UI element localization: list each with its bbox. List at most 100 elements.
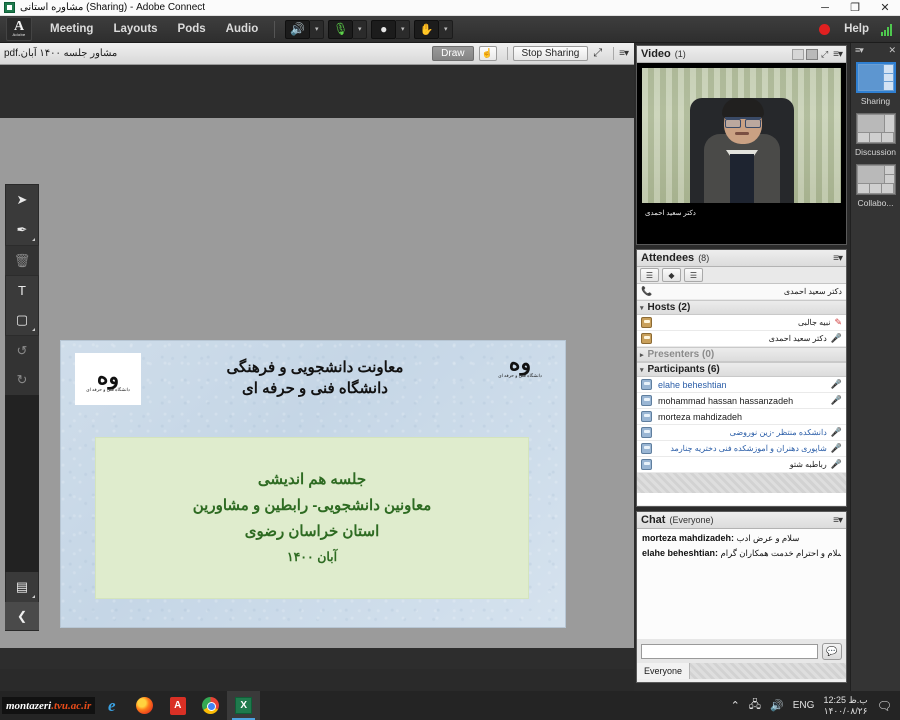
video-expand-icon[interactable]: ⤢ — [821, 49, 828, 60]
attendee-row[interactable]: elahe beheshtian 🎤 — [637, 377, 846, 393]
attendees-empty-area — [637, 473, 846, 493]
group-presenters[interactable]: ▸ Presenters (0) — [637, 347, 846, 362]
group-hosts[interactable]: ▾ Hosts (2) — [637, 300, 846, 315]
draw-button[interactable]: Draw — [432, 46, 474, 61]
language-indicator[interactable]: ENG — [793, 700, 815, 711]
network-icon[interactable]: 🖧 — [749, 696, 761, 715]
group-participants[interactable]: ▾ Participants (6) — [637, 362, 846, 377]
attendee-row[interactable]: morteza mahdizadeh — [637, 409, 846, 425]
notifications-icon[interactable]: 🗨 — [877, 699, 892, 713]
layout-bar-close-icon[interactable]: ✕ — [888, 45, 896, 56]
clock[interactable]: 12:25 ب.ظ ۱۴۰۰/۰۸/۲۶ — [823, 695, 867, 717]
chat-pod-menu-icon[interactable]: ≡▾ — [833, 515, 843, 526]
volume-icon[interactable]: 🔊 — [770, 699, 784, 712]
camera-caret-icon[interactable]: ▾ — [396, 19, 411, 39]
speaker-icon[interactable]: 🔊 — [285, 19, 311, 39]
attendee-self-row[interactable]: 📞 دکتر سعید احمدی — [637, 284, 846, 300]
attendee-row[interactable]: دانشکده منتظر -زین نوروضی 🎤 — [637, 425, 846, 441]
chat-pod-header: Chat (Everyone) ≡▾ — [637, 512, 846, 529]
help-link[interactable]: Help — [844, 23, 869, 35]
attendee-mic-icon[interactable]: 🎤 — [831, 333, 842, 344]
layers-options-icon[interactable] — [32, 595, 35, 598]
presenters-triangle-icon[interactable]: ▸ — [640, 351, 644, 359]
menu-meeting[interactable]: Meeting — [40, 19, 103, 39]
raise-hand-icon[interactable]: ✋ — [414, 19, 440, 39]
camera-icon[interactable]: ● — [371, 19, 397, 39]
attendees-list[interactable]: 📞 دکتر سعید احمدی ▾ Hosts (2) نبیه جالبی… — [637, 284, 846, 505]
attendee-mic-icon[interactable]: 🎤 — [831, 459, 842, 470]
pointer-icon[interactable]: ☝ — [478, 46, 497, 61]
attendee-row[interactable]: دکتر سعید احمدی 🎤 — [637, 331, 846, 347]
chat-tab-everyone[interactable]: Everyone — [637, 663, 691, 679]
layout-bar-menu-icon[interactable]: ≡▾ — [855, 45, 864, 56]
text-tool-icon[interactable]: T — [5, 275, 39, 305]
collapse-toolbar-icon[interactable]: ❮ — [5, 602, 39, 630]
breakout-icon[interactable]: ◆ — [662, 268, 681, 282]
video-grid-view-icon[interactable] — [791, 48, 818, 60]
taskbar-internet-explorer[interactable]: e — [95, 691, 128, 720]
attendee-mic-icon[interactable]: 🎤 — [831, 427, 842, 438]
microphone-icon[interactable]: 🎙 — [328, 19, 354, 39]
microphone-control[interactable]: 🎙 ▾ — [328, 19, 368, 39]
attendee-status-icon[interactable]: ☰ — [684, 268, 703, 282]
microphone-caret-icon[interactable]: ▾ — [353, 19, 368, 39]
taskbar-excel[interactable]: X — [227, 691, 261, 720]
list-view-icon[interactable]: ☰ — [640, 268, 659, 282]
attendee-row[interactable]: mohammad hassan hassanzadeh 🎤 — [637, 393, 846, 409]
raise-hand-caret-icon[interactable]: ▾ — [439, 19, 454, 39]
attendee-mic-icon[interactable]: 🎤 — [831, 443, 842, 454]
marker-options-icon[interactable] — [32, 238, 35, 241]
participant-user-icon — [641, 411, 652, 422]
camera-control[interactable]: ● ▾ — [371, 19, 411, 39]
attendee-draw-icon[interactable]: ✎ — [834, 317, 842, 328]
tray-chevron-icon[interactable]: ⌃ — [731, 699, 740, 712]
menu-divider — [274, 20, 276, 38]
menu-audio[interactable]: Audio — [216, 19, 269, 39]
shape-options-icon[interactable] — [32, 328, 35, 331]
stop-sharing-button[interactable]: Stop Sharing — [512, 46, 589, 61]
speaker-control[interactable]: 🔊 ▾ — [285, 19, 325, 39]
attendee-row[interactable]: رباطبه شتو 🎤 — [637, 457, 846, 473]
restore-button[interactable]: ❐ — [840, 0, 870, 16]
raise-hand-control[interactable]: ✋ ▾ — [414, 19, 454, 39]
taskbar-chrome[interactable] — [194, 691, 227, 720]
taskbar-adobe-reader[interactable]: A — [161, 691, 194, 720]
share-pod-body: وه دانشگاه فنی و حرفه ای معاونت دانشجویی… — [0, 65, 634, 713]
layout-discussion[interactable]: Discussion — [851, 108, 900, 159]
pointer-tool-icon[interactable]: ➤ — [5, 185, 39, 215]
participant-user-icon — [641, 395, 652, 406]
undo-tool-icon[interactable]: ↺ — [5, 335, 39, 365]
document-canvas[interactable]: وه دانشگاه فنی و حرفه ای معاونت دانشجویی… — [0, 118, 634, 648]
attendee-row[interactable]: نبیه جالبی ✎ — [637, 315, 846, 331]
attendee-mic-icon[interactable]: 🎤 — [831, 395, 842, 406]
layout-sharing-thumbnail — [855, 62, 896, 93]
layout-collaboration-thumbnail — [855, 164, 896, 195]
participants-triangle-icon[interactable]: ▾ — [640, 366, 644, 374]
fullscreen-icon[interactable]: ⤢ — [593, 47, 602, 60]
attendee-name: نبیه جالبی — [797, 318, 831, 327]
redo-tool-icon[interactable]: ↻ — [5, 365, 39, 395]
hosts-triangle-icon[interactable]: ▾ — [640, 304, 644, 312]
share-pod-menu-icon[interactable]: ≡▾ — [619, 48, 629, 59]
layout-collaboration[interactable]: Collabo... — [851, 159, 900, 210]
chat-send-icon[interactable]: 💬 — [822, 642, 842, 660]
delete-tool-icon[interactable]: 🗑 — [5, 245, 39, 275]
menu-layouts[interactable]: Layouts — [103, 19, 167, 39]
attendees-pod-menu-icon[interactable]: ≡▾ — [833, 253, 843, 264]
speaker-caret-icon[interactable]: ▾ — [310, 19, 325, 39]
connection-status-icon[interactable] — [881, 23, 892, 36]
video-stage[interactable]: دکتر سعید احمدی — [637, 63, 846, 244]
chat-messages[interactable]: morteza mahdizadeh: سلام و عرض ادب elahe… — [637, 529, 846, 639]
close-button[interactable]: ✕ — [870, 0, 900, 16]
menu-pods[interactable]: Pods — [168, 19, 216, 39]
chat-input[interactable] — [641, 643, 818, 659]
layers-tool-icon[interactable]: ▤ — [5, 572, 39, 602]
attendee-mic-icon[interactable]: 🎤 — [831, 379, 842, 390]
video-pod-menu-icon[interactable]: ≡▾ — [833, 49, 843, 60]
marker-tool-icon[interactable]: ✒ — [5, 215, 39, 245]
layout-sharing[interactable]: Sharing — [851, 57, 900, 108]
taskbar-firefox[interactable] — [128, 691, 161, 720]
attendee-row[interactable]: شاپوری دهنران و آموزشکده فنی دختریه چنار… — [637, 441, 846, 457]
shape-tool-icon[interactable]: ▢ — [5, 305, 39, 335]
minimize-button[interactable]: ─ — [810, 0, 840, 16]
